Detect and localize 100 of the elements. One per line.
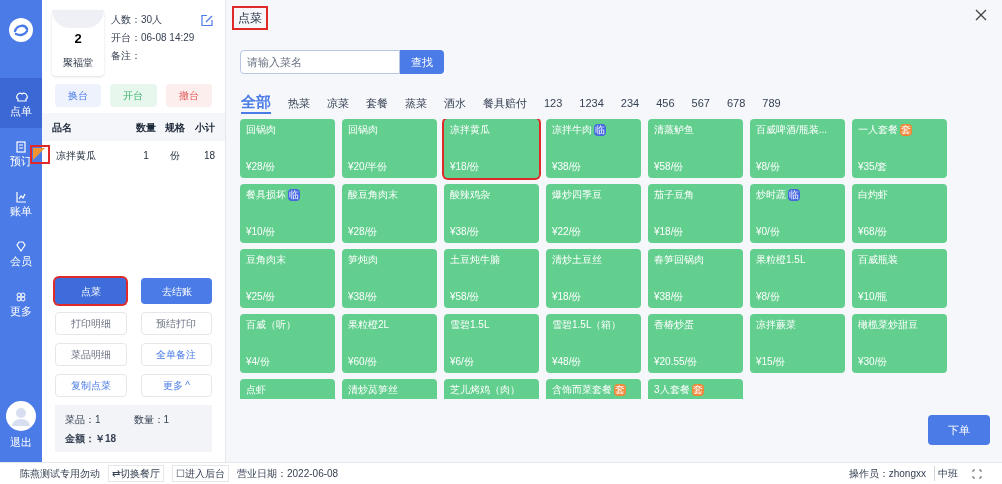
gem-icon	[14, 239, 28, 254]
dish-card[interactable]: 炒时蔬 临 ¥0/份	[750, 184, 845, 243]
category-tab[interactable]: 1234	[579, 94, 604, 114]
dish-name: 点虾	[246, 384, 266, 396]
grid-icon	[14, 289, 28, 304]
dish-name: 橄榄菜炒甜豆	[858, 319, 918, 331]
dish-name: 凉拌牛肉	[552, 124, 592, 136]
order-action-button[interactable]: 去结账	[141, 278, 212, 304]
dish-card[interactable]: 凉拌牛肉 临 ¥38/份	[546, 119, 641, 178]
column-header: 数量	[135, 120, 157, 135]
dish-price: ¥35/套	[858, 162, 889, 172]
nav-item[interactable]: 会员	[0, 228, 42, 278]
shift-label: 中班	[934, 466, 958, 481]
dish-name: 回锅肉	[348, 124, 378, 136]
dish-card[interactable]: 含饰而菜套餐 套	[546, 379, 641, 399]
dish-card[interactable]: 3人套餐 套	[648, 379, 743, 399]
secondary-button[interactable]: 复制点菜	[55, 374, 127, 397]
dish-name: 土豆炖牛腩	[450, 254, 500, 266]
dish-name: 酸豆角肉末	[348, 189, 398, 201]
category-tab[interactable]: 456	[656, 94, 675, 114]
category-tab[interactable]: 套餐	[366, 94, 388, 114]
dish-badge: 临	[594, 124, 606, 136]
status-button[interactable]: ☐进入后台	[172, 465, 229, 482]
dish-name: 雪碧1.5L	[450, 319, 490, 331]
dish-price: ¥18/份	[450, 162, 481, 172]
status-button[interactable]: ⇄切换餐厅	[108, 465, 164, 482]
table-card[interactable]: 2 聚福堂	[52, 10, 104, 76]
dish-price: ¥22/份	[552, 227, 583, 237]
dish-name: 笋炖肉	[348, 254, 378, 266]
nav-item[interactable]: 点单	[0, 78, 42, 128]
category-tab[interactable]: 567	[691, 94, 710, 114]
chart-icon	[14, 189, 28, 204]
dish-card[interactable]: 一人套餐 套 ¥35/套	[852, 119, 947, 178]
category-tab[interactable]: 酒水	[444, 94, 466, 114]
fullscreen-button[interactable]	[972, 468, 982, 479]
submit-order-button[interactable]: 下单	[928, 415, 990, 445]
nav-item[interactable]: 更多	[0, 278, 42, 328]
search-button[interactable]: 查找	[400, 50, 444, 74]
table-number: 2	[74, 32, 82, 45]
dish-price: ¥8/份	[756, 292, 781, 302]
category-tab[interactable]: 热菜	[288, 94, 310, 114]
dish-name: 清炒莴笋丝	[348, 384, 398, 396]
dish-price: ¥38/份	[552, 162, 583, 172]
quantity-count: 数量：1	[133, 413, 171, 427]
dish-price: ¥10/份	[246, 227, 277, 237]
dish-name: 百威（听）	[246, 319, 296, 331]
dish-price: ¥20.55/份	[654, 357, 699, 367]
secondary-button[interactable]: 全单备注	[140, 343, 212, 366]
category-tab[interactable]: 789	[762, 94, 781, 114]
dish-badge: 套	[691, 384, 704, 396]
dish-price: ¥60/份	[348, 357, 379, 367]
search-field[interactable]: 请输入菜名	[240, 50, 400, 74]
dish-price: ¥4/份	[246, 357, 271, 367]
dish-name: 春笋回锅肉	[654, 254, 704, 266]
category-tab[interactable]: 蒸菜	[405, 94, 427, 114]
dish-name: 回锅肉	[246, 124, 276, 136]
table-action-button[interactable]: 开台	[110, 84, 157, 107]
dish-badge: 套	[614, 384, 626, 396]
logo-icon	[8, 17, 34, 43]
dish-price: ¥8/份	[756, 162, 781, 172]
dish-name: 炒时蔬	[756, 189, 786, 201]
logout-button[interactable]: 退出	[10, 433, 32, 450]
dish-price: ¥20/半份	[348, 162, 389, 172]
edit-icon	[200, 14, 213, 27]
dish-price: ¥10/瓶	[858, 292, 889, 302]
dish-name: 雪碧1.5L（箱）	[552, 319, 622, 331]
dish-name: 清蒸鲈鱼	[654, 124, 694, 136]
book-icon	[14, 139, 28, 154]
category-tab[interactable]: 234	[620, 94, 640, 114]
operator-label: 操作员：zhongxx	[848, 467, 926, 481]
dish-name: 凉拌黄瓜	[450, 124, 490, 136]
table-cell-text: 18	[202, 148, 215, 163]
dish-price: ¥6/份	[450, 357, 475, 367]
category-tab[interactable]: 123	[544, 94, 563, 114]
close-button[interactable]	[974, 8, 988, 22]
category-tab[interactable]: 678	[726, 94, 746, 114]
dish-price: ¥28/份	[348, 227, 379, 237]
nav-item[interactable]: 账单	[0, 178, 42, 228]
dish-count: 菜品：1	[65, 413, 102, 427]
dish-name: 餐具损坏	[246, 189, 286, 201]
fullscreen-icon	[972, 468, 982, 479]
category-tab[interactable]: 全部	[241, 93, 271, 114]
category-tab[interactable]: 餐具赔付	[483, 94, 527, 114]
dish-price: ¥18/份	[552, 292, 583, 302]
column-header: 规格	[164, 120, 186, 135]
table-cell-text: 凉拌黄瓜	[56, 148, 97, 163]
column-header: 小计	[194, 120, 215, 135]
secondary-button[interactable]: 更多 ^	[140, 374, 212, 397]
note-label: 备注：	[111, 49, 142, 63]
order-action-button[interactable]: 点菜	[55, 278, 126, 304]
status-text: 陈燕测试专用勿动	[20, 467, 100, 481]
dish-price: ¥58/份	[654, 162, 685, 172]
category-tab[interactable]: 凉菜	[327, 94, 349, 114]
table-action-button[interactable]: 撤台	[165, 84, 212, 107]
table-action-button[interactable]: 换台	[55, 84, 102, 107]
dish-price: ¥58/份	[450, 292, 481, 302]
dish-name: 清炒土豆丝	[552, 254, 602, 266]
dish-card[interactable]: 餐具损坏 临 ¥10/份	[240, 184, 335, 243]
dish-price: ¥38/份	[348, 292, 379, 302]
close-icon	[974, 8, 988, 22]
